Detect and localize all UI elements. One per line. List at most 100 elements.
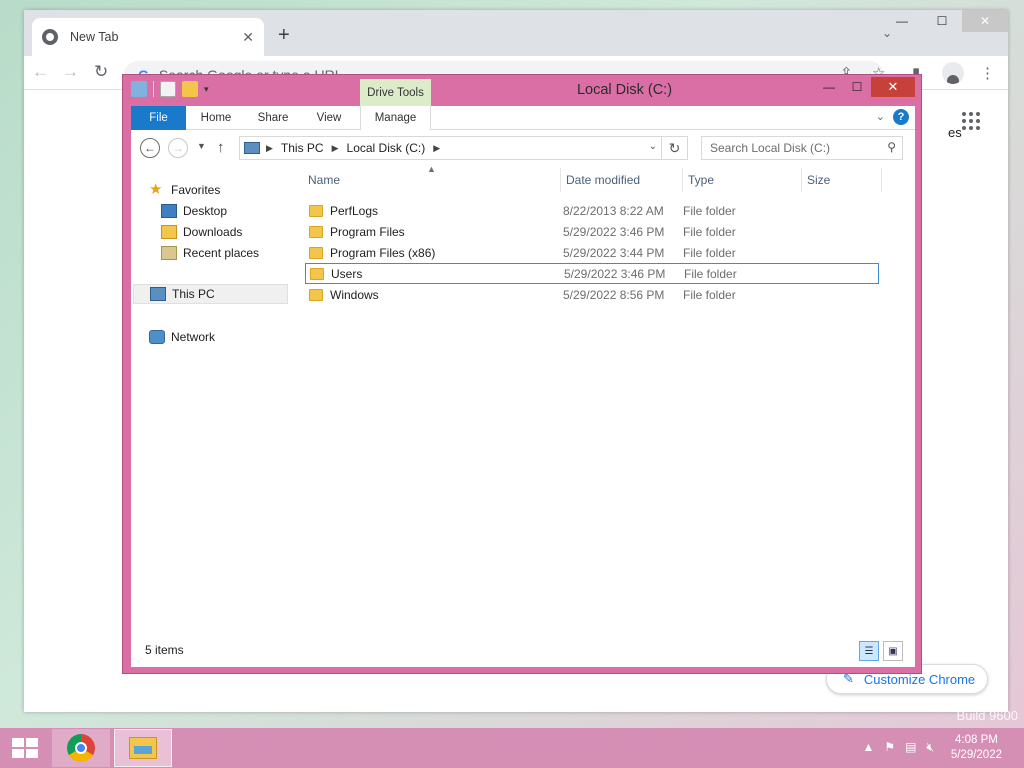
tab-view[interactable]: View xyxy=(304,106,354,130)
breadcrumb-chevron-icon[interactable]: ▶ xyxy=(433,143,440,154)
chrome-window-controls: ― ☐ ✕ xyxy=(882,10,1008,32)
windows-start-icon[interactable] xyxy=(12,738,38,758)
volume-muted-icon[interactable]: 🔇︎ xyxy=(926,740,934,755)
view-toggle: ☰ ▣ xyxy=(859,641,903,661)
file-row[interactable]: Program Files (x86) 5/29/2022 3:44 PM Fi… xyxy=(305,242,879,263)
column-header-name[interactable]: Name xyxy=(305,168,561,192)
file-date: 5/29/2022 8:56 PM xyxy=(563,287,665,302)
file-row[interactable]: Program Files 5/29/2022 3:46 PM File fol… xyxy=(305,221,879,242)
details-view-icon[interactable]: ☰ xyxy=(859,641,879,661)
nav-desktop[interactable]: Desktop xyxy=(161,201,227,221)
breadcrumb-this-pc[interactable]: This PC xyxy=(281,141,324,155)
expand-ribbon-chevron-icon[interactable]: ⌄ xyxy=(876,110,885,123)
address-row: ← → ▼ ↑ ▶ This PC ▶ Local Disk (C:) ▶ ⌄ … xyxy=(131,136,915,162)
window-title: Local Disk (C:) xyxy=(576,82,673,98)
this-pc-icon xyxy=(150,287,166,301)
column-header-type[interactable]: Type xyxy=(685,168,802,192)
search-icon[interactable]: ⚲ xyxy=(887,140,896,154)
breadcrumb-local-disk[interactable]: Local Disk (C:) xyxy=(347,141,426,155)
file-type: File folder xyxy=(683,245,736,260)
folder-icon xyxy=(309,204,323,217)
large-icons-view-icon[interactable]: ▣ xyxy=(883,641,903,661)
nav-favorites[interactable]: ★ Favorites xyxy=(149,180,220,200)
minimize-icon[interactable]: ― xyxy=(815,77,843,97)
taskbar-clock[interactable]: 4:08 PM 5/29/2022 xyxy=(951,733,1002,763)
nav-network-label: Network xyxy=(171,330,216,344)
chrome-menu-icon[interactable]: ⋮ xyxy=(980,64,995,82)
file-name: PerfLogs xyxy=(330,203,379,218)
file-type: File folder xyxy=(683,224,736,239)
back-icon[interactable]: ← xyxy=(32,62,49,82)
google-apps-grid-icon[interactable] xyxy=(962,112,980,130)
forward-icon[interactable]: → xyxy=(168,138,188,158)
refresh-icon[interactable]: ↻ xyxy=(662,136,688,160)
tab-share[interactable]: Share xyxy=(248,106,298,130)
close-window-icon[interactable]: ✕ xyxy=(871,77,915,97)
taskbar-explorer-button[interactable] xyxy=(114,729,172,767)
tab-home[interactable]: Home xyxy=(191,106,241,130)
nav-this-pc[interactable]: This PC xyxy=(133,284,288,304)
file-type: File folder xyxy=(683,287,736,302)
chrome-tab-new-tab[interactable]: New Tab ✕ xyxy=(32,18,264,56)
close-tab-icon[interactable]: ✕ xyxy=(242,29,254,46)
chrome-logo-icon xyxy=(67,734,95,762)
address-dropdown-icon[interactable]: ⌄ xyxy=(649,141,657,152)
explorer-content: ← → ▼ ↑ ▶ This PC ▶ Local Disk (C:) ▶ ⌄ … xyxy=(131,130,915,667)
file-row-selected[interactable]: Users 5/29/2022 3:46 PM File folder xyxy=(305,263,879,284)
network-tray-icon[interactable]: ▤ xyxy=(905,740,916,755)
help-icon[interactable]: ? xyxy=(893,109,909,125)
tab-file[interactable]: File xyxy=(131,106,186,130)
clock-date: 5/29/2022 xyxy=(950,749,1002,761)
folder-icon xyxy=(309,288,323,301)
nav-network[interactable]: Network xyxy=(149,327,215,347)
maximize-icon[interactable]: ☐ xyxy=(843,77,871,97)
clock-time: 4:08 PM xyxy=(955,734,998,746)
folder-icon xyxy=(310,267,324,280)
profile-avatar-icon[interactable] xyxy=(942,62,964,84)
tab-manage[interactable]: Manage xyxy=(360,106,431,130)
breadcrumb-chevron-icon[interactable]: ▶ xyxy=(266,143,273,154)
maximize-icon[interactable]: ☐ xyxy=(922,10,962,32)
file-name: Program Files xyxy=(330,224,405,239)
chrome-shortcut-partial-label[interactable]: es xyxy=(948,125,962,140)
navigation-pane: ★ Favorites Desktop Downloads Recent pla… xyxy=(131,170,291,640)
recent-locations-chevron-icon[interactable]: ▼ xyxy=(197,141,206,151)
search-input[interactable]: Search Local Disk (C:) ⚲ xyxy=(701,136,903,160)
nav-desktop-label: Desktop xyxy=(183,204,228,218)
folder-icon xyxy=(309,246,323,259)
back-icon[interactable]: ← xyxy=(140,138,160,158)
close-window-icon[interactable]: ✕ xyxy=(962,10,1008,32)
action-center-flag-icon[interactable]: ⚑ xyxy=(884,740,895,755)
explorer-window: ▾ Drive Tools Local Disk (C:) ― ☐ ✕ File… xyxy=(122,74,922,674)
reload-icon[interactable]: ↻ xyxy=(94,62,108,82)
column-headers: ▲ Name Date modified Type Size xyxy=(305,164,885,192)
chrome-tab-title: New Tab xyxy=(70,30,119,44)
nav-this-pc-label: This PC xyxy=(172,287,215,301)
file-row[interactable]: PerfLogs 8/22/2013 8:22 AM File folder xyxy=(305,200,879,221)
nav-downloads-label: Downloads xyxy=(183,225,243,239)
nav-recent-places[interactable]: Recent places xyxy=(161,243,259,263)
taskbar-chrome-button[interactable] xyxy=(52,729,110,767)
address-bar[interactable]: ▶ This PC ▶ Local Disk (C:) ▶ ⌄ xyxy=(239,136,662,160)
nav-favorites-label: Favorites xyxy=(171,183,221,197)
file-name: Users xyxy=(331,266,363,281)
file-row[interactable]: Windows 5/29/2022 8:56 PM File folder xyxy=(305,284,879,305)
taskbar: ▲ ⚑ ▤ 🔇︎ 4:08 PM 5/29/2022 xyxy=(0,728,1024,768)
nav-downloads[interactable]: Downloads xyxy=(161,222,242,242)
show-hidden-icons-icon[interactable]: ▲ xyxy=(862,740,874,755)
new-tab-button[interactable]: + xyxy=(278,24,290,47)
system-tray: ▲ ⚑ ▤ 🔇︎ xyxy=(862,740,934,755)
file-date: 5/29/2022 3:44 PM xyxy=(563,245,665,260)
file-type: File folder xyxy=(683,203,736,218)
network-icon xyxy=(149,330,165,344)
file-type: File folder xyxy=(684,266,737,281)
file-name: Windows xyxy=(330,287,379,302)
column-header-date-modified[interactable]: Date modified xyxy=(563,168,683,192)
search-placeholder: Search Local Disk (C:) xyxy=(710,141,831,155)
up-arrow-icon[interactable]: ↑ xyxy=(217,139,225,156)
breadcrumb-chevron-icon[interactable]: ▶ xyxy=(332,143,339,154)
file-date: 8/22/2013 8:22 AM xyxy=(563,203,664,218)
column-header-size[interactable]: Size xyxy=(804,168,882,192)
minimize-icon[interactable]: ― xyxy=(882,10,922,32)
forward-icon[interactable]: → xyxy=(62,62,79,82)
